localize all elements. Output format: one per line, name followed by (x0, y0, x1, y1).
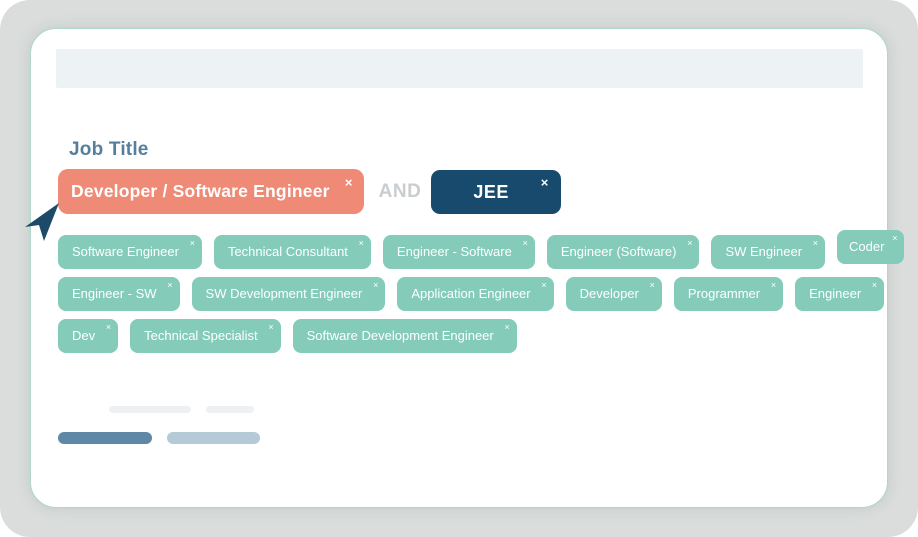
synonym-chip-label: Engineer - SW (72, 286, 157, 301)
remove-icon[interactable]: × (504, 323, 509, 332)
selected-term-label: Developer / Software Engineer (71, 181, 330, 201)
remove-icon[interactable]: × (345, 176, 353, 189)
synonym-chip[interactable]: Technical Consultant × (213, 235, 371, 269)
skeleton-button-dark[interactable] (58, 432, 152, 444)
synonym-chip[interactable]: Developer × (565, 277, 662, 311)
synonym-chip-label: SW Development Engineer (205, 286, 363, 301)
synonym-chip-label: Technical Consultant (227, 244, 348, 259)
remove-icon[interactable]: × (650, 281, 655, 290)
synonym-chip-label: SW Engineer (725, 244, 803, 259)
skeleton-button-light[interactable] (167, 432, 260, 444)
remove-icon[interactable]: × (687, 239, 692, 248)
remove-icon[interactable]: × (359, 239, 364, 248)
cursor-arrow-icon (25, 203, 59, 241)
remove-icon[interactable]: × (190, 239, 195, 248)
selected-term-chip-secondary[interactable]: JEE × (431, 169, 561, 214)
synonym-chip-row: Engineer - SW × SW Development Engineer × Ap… (58, 277, 885, 311)
search-bar-placeholder[interactable] (56, 49, 863, 88)
selected-terms-row: Developer / Software Engineer × AND JEE … (58, 169, 561, 214)
synonym-chip-label: Engineer - Software (396, 244, 512, 259)
remove-icon[interactable]: × (541, 176, 549, 189)
synonym-chip[interactable]: Application Engineer × (397, 277, 554, 311)
synonym-chip[interactable]: Engineer (Software) × (546, 235, 700, 269)
job-title-label: Job Title (69, 139, 149, 160)
remove-icon[interactable]: × (167, 281, 172, 290)
synonym-chip[interactable]: Engineer - SW × (58, 277, 180, 311)
synonym-chip[interactable]: SW Development Engineer × (191, 277, 386, 311)
synonym-chip-label: Technical Specialist (144, 328, 258, 343)
synonym-chip[interactable]: Programmer × (673, 277, 784, 311)
synonym-chip[interactable]: Coder × (837, 230, 905, 264)
synonym-chip-label: Dev (72, 328, 96, 343)
synonym-chip[interactable]: Engineer × (795, 277, 885, 311)
synonym-chip-label: Software Engineer (72, 244, 179, 259)
synonym-chip[interactable]: Software Engineer × (58, 235, 202, 269)
synonym-chip[interactable]: Software Development Engineer × (292, 319, 517, 353)
skeleton-bar (109, 406, 191, 413)
skeleton-row-buttons (31, 432, 889, 446)
selected-term-label: JEE (473, 181, 509, 202)
synonym-chips-area: Software Engineer × Technical Consultant × E… (58, 230, 905, 353)
synonym-chip-label: Software Development Engineer (306, 328, 494, 343)
selected-term-chip-primary[interactable]: Developer / Software Engineer × (58, 169, 364, 214)
synonym-chip-label: Developer (579, 286, 639, 301)
skeleton-bar (206, 406, 254, 413)
remove-icon[interactable]: × (541, 281, 546, 290)
synonym-chip[interactable]: Technical Specialist × (130, 319, 281, 353)
synonym-chip-label: Application Engineer (411, 286, 531, 301)
remove-icon[interactable]: × (523, 239, 528, 248)
synonym-chip[interactable]: SW Engineer × (711, 235, 826, 269)
remove-icon[interactable]: × (872, 281, 877, 290)
synonym-chip-label: Programmer (687, 286, 761, 301)
synonym-chip-row: Dev × Technical Specialist × Software Develo… (58, 319, 858, 353)
remove-icon[interactable]: × (771, 281, 776, 290)
synonym-chip-row: Software Engineer × Technical Consultant × E… (58, 230, 905, 269)
remove-icon[interactable]: × (813, 239, 818, 248)
app-background: Job Title Developer / Software Engineer … (0, 0, 918, 537)
synonym-chip-label: Coder (849, 239, 885, 254)
synonym-chip-label: Engineer (809, 286, 862, 301)
remove-icon[interactable]: × (373, 281, 378, 290)
skeleton-row-light (31, 406, 889, 414)
remove-icon[interactable]: × (892, 234, 897, 243)
remove-icon[interactable]: × (268, 323, 273, 332)
synonym-chip[interactable]: Dev × (58, 319, 119, 353)
remove-icon[interactable]: × (106, 323, 111, 332)
search-builder-card: Job Title Developer / Software Engineer … (25, 28, 905, 508)
boolean-operator-label: AND (378, 180, 422, 202)
synonym-chip[interactable]: Engineer - Software × (382, 235, 535, 269)
synonym-chip-label: Engineer (Software) (560, 244, 677, 259)
